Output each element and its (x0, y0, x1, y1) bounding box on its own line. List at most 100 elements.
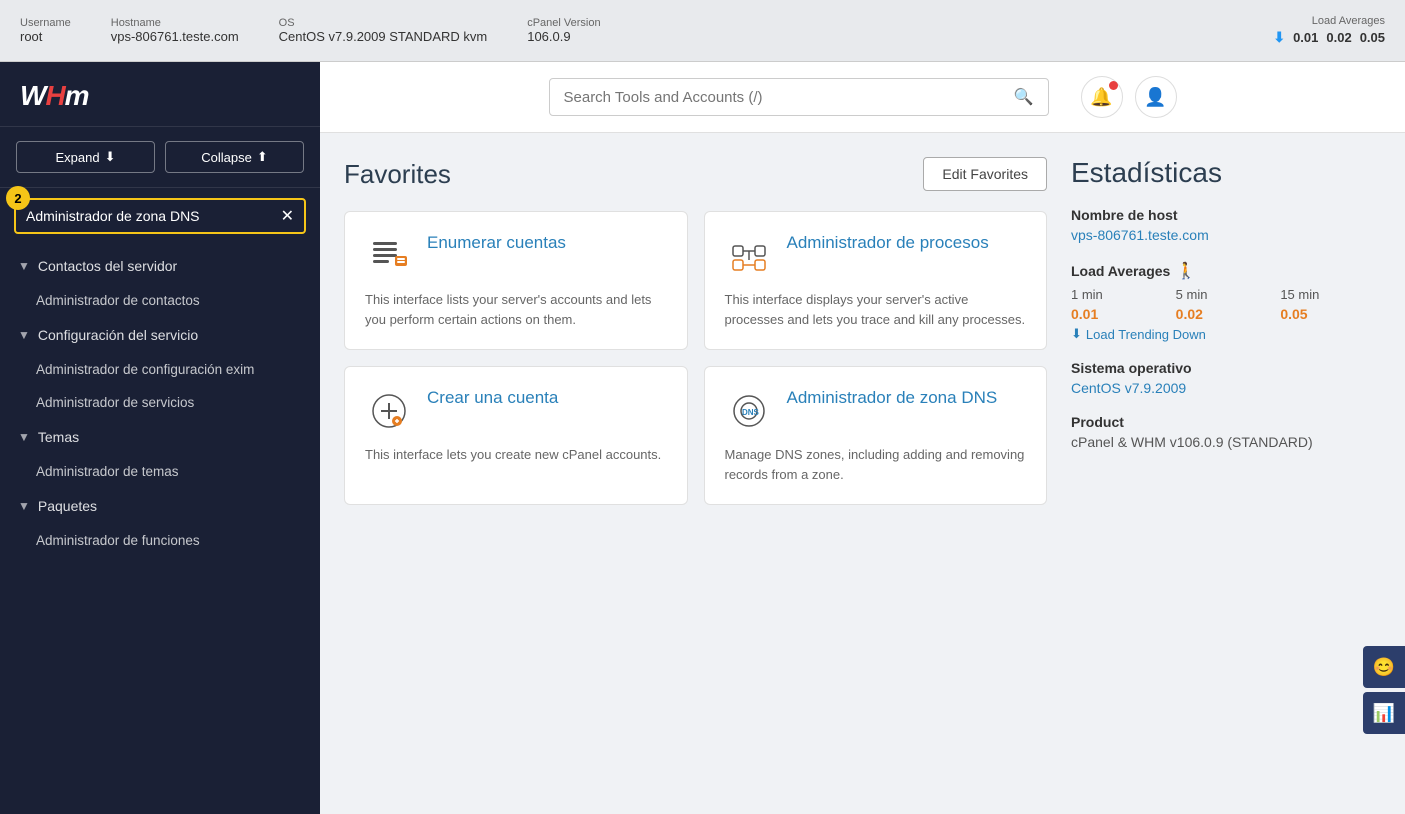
sidebar-search-badge: 2 (6, 186, 30, 210)
main-search-bar[interactable]: 🔍 (549, 78, 1049, 116)
dns-icon: DNS (725, 387, 773, 435)
nav-group-contactos[interactable]: ▼ Contactos del servidor (0, 248, 320, 284)
collapse-button[interactable]: Collapse ⬆ (165, 141, 304, 173)
fav-card-crear[interactable]: Crear una cuenta This interface lets you… (344, 366, 688, 505)
nav-section: ▼ Contactos del servidor Administrador d… (0, 244, 320, 561)
nav-group-paquetes-label: Paquetes (38, 498, 97, 514)
main-content: Favorites Edit Favorites (320, 133, 1405, 814)
username-label: Username (20, 17, 71, 29)
product-stat-label: Product (1071, 414, 1381, 430)
main-search-input[interactable] (564, 89, 1006, 106)
hostname-label: Hostname (111, 17, 239, 29)
chevron-down-icon: ▼ (18, 259, 30, 273)
fav-card-procesos[interactable]: Administrador de procesos This interface… (704, 211, 1048, 350)
hostname-value: vps-806761.teste.com (111, 29, 239, 44)
cpanel-label: cPanel Version (527, 17, 600, 29)
load-col-values: 0.01 0.02 0.05 (1071, 306, 1381, 322)
sidebar-item-admin-funciones[interactable]: Administrador de funciones (0, 524, 320, 557)
fav-card-enumerar-header: Enumerar cuentas (365, 232, 667, 280)
sidebar-search-box[interactable]: 2 ✕ (14, 198, 306, 234)
enumerar-icon (365, 232, 413, 280)
load-15-topbar: 0.05 (1360, 30, 1385, 45)
svg-text:DNS: DNS (742, 408, 760, 417)
content-header: 🔍 🔔 👤 (320, 62, 1405, 133)
user-profile-button[interactable]: 👤 (1135, 76, 1177, 118)
sidebar-search-input[interactable] (26, 208, 281, 224)
sidebar-item-admin-contactos[interactable]: Administrador de contactos (0, 284, 320, 317)
cpanel-section: cPanel Version 106.0.9 (527, 17, 600, 44)
sidebar-item-admin-temas[interactable]: Administrador de temas (0, 455, 320, 488)
fav-desc-dns: Manage DNS zones, including adding and r… (725, 445, 1027, 484)
hostname-stat-label: Nombre de host (1071, 207, 1381, 223)
notifications-button[interactable]: 🔔 (1081, 76, 1123, 118)
os-label: OS (279, 17, 488, 29)
fav-desc-enumerar: This interface lists your server's accou… (365, 290, 667, 329)
favorites-header: Favorites Edit Favorites (344, 157, 1047, 191)
hostname-stat: Nombre de host vps-806761.teste.com (1071, 207, 1381, 243)
nav-group-config-label: Configuración del servicio (38, 327, 198, 343)
person-icon: 🚶 (1176, 261, 1196, 281)
chat-float-button[interactable]: 😊 (1363, 646, 1405, 688)
chevron-down-icon-3: ▼ (18, 430, 30, 444)
favorites-grid: Enumerar cuentas This interface lists yo… (344, 211, 1047, 505)
crear-icon (365, 387, 413, 435)
os-section: OS CentOS v7.9.2009 STANDARD kvm (279, 17, 488, 44)
collapse-label: Collapse (201, 150, 252, 165)
nav-group-config-servicio[interactable]: ▼ Configuración del servicio (0, 317, 320, 353)
load-averages-topbar: Load Averages ⬇ 0.01 0.02 0.05 (1273, 15, 1385, 46)
os-value: CentOS v7.9.2009 STANDARD kvm (279, 29, 488, 44)
cpanel-value: 106.0.9 (527, 29, 600, 44)
sidebar-controls: Expand ⬇ Collapse ⬆ (0, 127, 320, 188)
load-col-labels: 1 min 5 min 15 min (1071, 287, 1381, 302)
fav-title-dns: Administrador de zona DNS (787, 387, 998, 409)
load-trending-link[interactable]: ⬇ Load Trending Down (1071, 326, 1381, 342)
sidebar-search-clear-button[interactable]: ✕ (281, 206, 294, 226)
load-15min-label: 15 min (1280, 287, 1381, 302)
notification-badge (1109, 81, 1118, 90)
product-stat-value: cPanel & WHM v106.0.9 (STANDARD) (1071, 434, 1381, 450)
fav-desc-crear: This interface lets you create new cPane… (365, 445, 667, 465)
sidebar-logo: WHm (0, 62, 320, 127)
username-value: root (20, 29, 71, 44)
fav-title-enumerar: Enumerar cuentas (427, 232, 566, 254)
edit-favorites-button[interactable]: Edit Favorites (923, 157, 1047, 191)
content-area: 🔍 🔔 👤 Favorites Edit Favorites (320, 62, 1405, 814)
hostname-stat-value: vps-806761.teste.com (1071, 227, 1381, 243)
chart-float-button[interactable]: 📊 (1363, 692, 1405, 734)
os-stat: Sistema operativo CentOS v7.9.2009 (1071, 360, 1381, 396)
expand-button[interactable]: Expand ⬇ (16, 141, 155, 173)
os-stat-value: CentOS v7.9.2009 (1071, 380, 1381, 396)
load-averages-topbar-label: Load Averages (1312, 15, 1385, 27)
search-icon: 🔍 (1014, 87, 1034, 107)
fav-title-crear: Crear una cuenta (427, 387, 558, 409)
nav-group-contactos-label: Contactos del servidor (38, 258, 177, 274)
nav-group-paquetes[interactable]: ▼ Paquetes (0, 488, 320, 524)
fav-card-procesos-header: Administrador de procesos (725, 232, 1027, 280)
hostname-section: Hostname vps-806761.teste.com (111, 17, 239, 44)
fav-card-enumerar[interactable]: Enumerar cuentas This interface lists yo… (344, 211, 688, 350)
procesos-icon (725, 232, 773, 280)
chevron-down-icon-4: ▼ (18, 499, 30, 513)
load-5min-label: 5 min (1176, 287, 1277, 302)
favorites-section: Favorites Edit Favorites (344, 157, 1047, 790)
fav-desc-procesos: This interface displays your server's ac… (725, 290, 1027, 329)
os-stat-label: Sistema operativo (1071, 360, 1381, 376)
fav-card-crear-header: Crear una cuenta (365, 387, 667, 435)
header-icons: 🔔 👤 (1081, 76, 1177, 118)
load-5min-value: 0.02 (1176, 306, 1277, 322)
sidebar-item-config-exim[interactable]: Administrador de configuración exim (0, 353, 320, 386)
expand-icon: ⬇ (105, 149, 116, 165)
trending-down-icon: ⬇ (1071, 326, 1082, 342)
fav-card-dns[interactable]: DNS Administrador de zona DNS Manage DNS… (704, 366, 1048, 505)
load-down-icon: ⬇ (1273, 29, 1285, 46)
load-stats-header: Load Averages 🚶 (1071, 261, 1381, 281)
top-bar: Username root Hostname vps-806761.teste.… (0, 0, 1405, 62)
load-5-topbar: 0.02 (1326, 30, 1351, 45)
fav-title-procesos: Administrador de procesos (787, 232, 989, 254)
sidebar-item-admin-servicios[interactable]: Administrador de servicios (0, 386, 320, 419)
load-15min-value: 0.05 (1280, 306, 1381, 322)
username-section: Username root (20, 17, 71, 44)
float-buttons: 😊 📊 (1363, 646, 1405, 734)
stats-title: Estadísticas (1071, 157, 1381, 189)
nav-group-temas[interactable]: ▼ Temas (0, 419, 320, 455)
